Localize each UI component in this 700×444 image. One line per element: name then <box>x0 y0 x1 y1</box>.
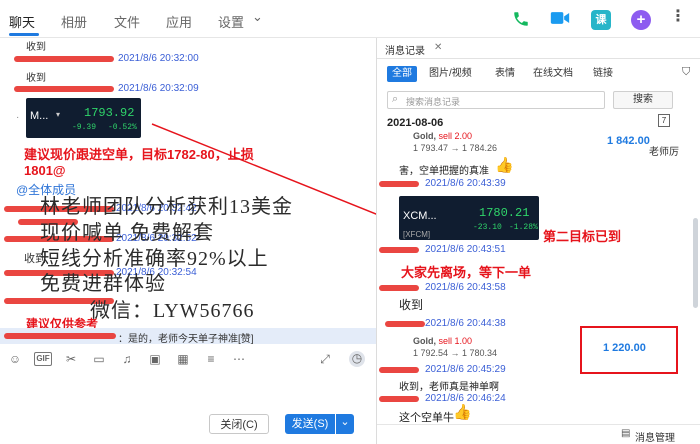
filter-tab-stickers[interactable]: 表情 <box>495 66 515 82</box>
filter-tab-links[interactable]: 链接 <box>593 66 613 82</box>
close-button[interactable]: 关闭(C) <box>209 414 269 434</box>
history-clock-icon[interactable]: ◷ <box>349 351 365 367</box>
filter-tab-docs[interactable]: 在线文档 <box>533 66 573 82</box>
message-manage-icon[interactable]: ▤ <box>621 428 630 439</box>
message-text: 老师厉 <box>649 147 679 158</box>
search-input[interactable]: ⌕ 搜索消息记录 <box>387 91 605 109</box>
send-button[interactable]: 发送(S) <box>285 414 335 434</box>
instrument-name: Gold, <box>413 336 439 346</box>
quote-change: -23.10 <box>473 223 502 232</box>
more-icon[interactable]: ⋯ <box>232 352 246 366</box>
redacted-name <box>379 181 419 187</box>
filter-tab-media[interactable]: 图片/视频 <box>429 66 472 82</box>
message-text: 这个空单牛 <box>399 412 454 424</box>
trade-instrument: Gold, sell 2.00 <box>413 131 472 141</box>
divider <box>377 424 700 425</box>
date-header: 2021-08-06 <box>387 117 444 129</box>
expand-icon[interactable]: ⤢ <box>318 352 332 366</box>
scissors-icon[interactable]: ✂ <box>64 352 78 366</box>
send-options-dropdown[interactable]: ⌄ <box>336 414 354 434</box>
trade-price-range: 1 793.47 → 1 784.26 <box>413 143 498 153</box>
redacted-name <box>379 396 419 402</box>
quote-change-percent: -1.28% <box>509 223 538 232</box>
message-text: 害，空单把握的真准 <box>399 166 489 177</box>
gif-icon[interactable]: GIF <box>34 352 52 366</box>
trade-side: sell 1.00 <box>438 336 473 346</box>
divider <box>377 58 700 59</box>
message-input-area[interactable]: 关闭(C) 发送(S) ⌄ <box>0 372 376 444</box>
redacted-name <box>379 285 419 291</box>
close-icon[interactable]: ✕ <box>434 42 442 53</box>
message-manage-link[interactable]: 消息管理 <box>635 429 675 444</box>
trade-instrument: Gold, sell 1.00 <box>413 336 472 346</box>
trade-side: sell 2.00 <box>438 131 473 141</box>
message-text: 收到 <box>399 298 424 312</box>
calendar-icon[interactable]: ▦ <box>176 352 190 366</box>
quote-price: 1780.21 <box>479 206 530 220</box>
emoji-icon[interactable]: ☺ <box>8 352 22 366</box>
quote-market: [XFCM] <box>403 230 431 239</box>
filter-tab-all[interactable]: 全部 <box>387 66 417 82</box>
search-button[interactable]: 搜索 <box>613 91 673 109</box>
message-history-panel: 消息记录 ✕ 全部 图片/视频 表情 在线文档 链接 ⛉ ⌕ 搜索消息记录 搜索… <box>376 38 700 444</box>
search-icon: ⌕ <box>392 93 399 105</box>
trade-profit: 1 842.00 <box>607 135 650 147</box>
folder-icon[interactable]: ▭ <box>92 352 106 366</box>
music-icon[interactable]: ♫ <box>120 352 134 366</box>
annotation-text: 大家先离场，等下一单 <box>401 265 532 280</box>
thumbs-up-emoji: 👍 <box>453 404 472 421</box>
search-placeholder: 搜索消息记录 <box>406 97 461 107</box>
message-timestamp: 2021/8/6 20:44:38 <box>425 318 506 329</box>
highlight-box <box>580 326 678 374</box>
list-icon[interactable]: ≡ <box>204 352 218 366</box>
thumbs-up-emoji: 👍 <box>495 157 514 174</box>
panel-title: 消息记录 <box>385 46 425 57</box>
message-timestamp: 2021/8/6 20:43:58 <box>425 282 506 293</box>
redacted-name <box>379 247 419 253</box>
composer-toolbar: ☺ GIF ✂ ▭ ♫ ▣ ▦ ≡ ⋯ ⤢ ◷ <box>0 344 376 372</box>
quote-symbol: XCM... <box>403 210 437 222</box>
message-timestamp: 2021/8/6 20:45:29 <box>425 364 506 375</box>
filter-icon[interactable]: ⛉ <box>682 66 690 79</box>
trade-price-range: 1 792.54 → 1 780.34 <box>413 348 498 358</box>
annotation-text: 第二目标已到 <box>543 229 622 244</box>
trade-card: Gold, sell 2.00 1 793.47 → 1 784.26 1 84… <box>399 131 681 158</box>
message-timestamp: 2021/8/6 20:43:51 <box>425 244 506 255</box>
redacted-name <box>379 367 419 373</box>
message-timestamp: 2021/8/6 20:43:39 <box>425 178 506 189</box>
price-quote-card[interactable]: XCM... [XFCM] 1780.21 -23.10 -1.28% <box>399 196 539 240</box>
instrument-name: Gold, <box>413 131 439 141</box>
image-icon[interactable]: ▣ <box>148 352 162 366</box>
calendar-icon[interactable]: 7 <box>658 114 670 127</box>
redacted-name <box>385 321 425 327</box>
message-text: 收到，老师真是神单啊 <box>399 382 499 393</box>
scrollbar[interactable] <box>693 218 698 308</box>
